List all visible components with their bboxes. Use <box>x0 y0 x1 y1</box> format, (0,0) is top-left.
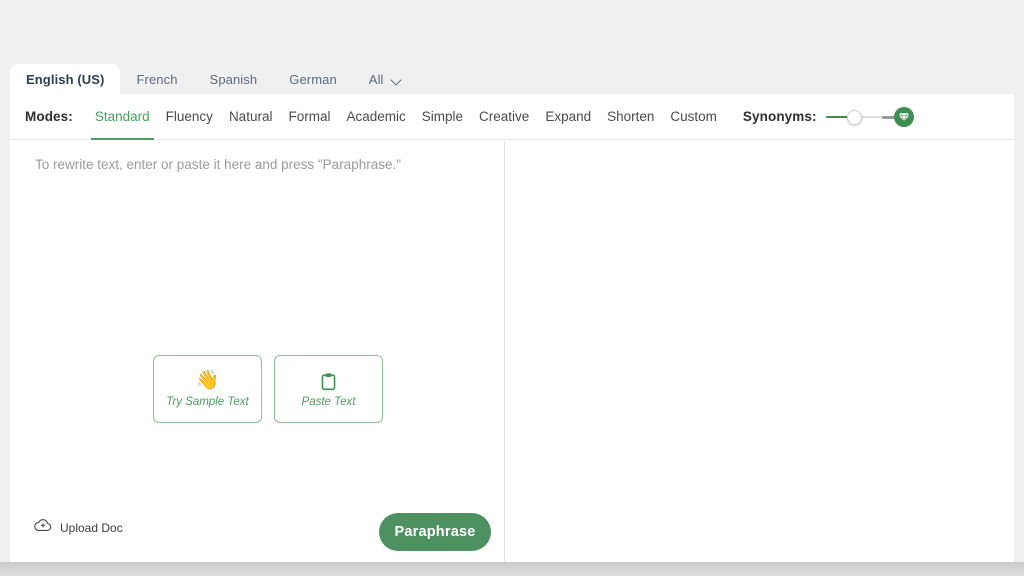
try-sample-text-button[interactable]: 👋 Try Sample Text <box>153 355 262 423</box>
slider-handle[interactable] <box>846 109 862 125</box>
chevron-down-icon <box>391 76 402 83</box>
synonyms-label: Synonyms: <box>742 109 817 124</box>
paraphraser-card: Modes: Standard Fluency Natural Formal A… <box>10 94 1014 562</box>
mode-label: Custom <box>670 109 717 124</box>
mode-academic[interactable]: Academic <box>338 94 413 140</box>
diamond-icon[interactable] <box>893 106 914 127</box>
page-bottom-shadow <box>0 562 1024 576</box>
mode-label: Formal <box>288 109 331 124</box>
mode-formal[interactable]: Formal <box>280 94 338 140</box>
paste-text-label: Paste Text <box>301 396 356 408</box>
try-sample-text-label: Try Sample Text <box>166 396 249 408</box>
mode-expand[interactable]: Expand <box>537 94 599 140</box>
language-tab-german[interactable]: German <box>273 64 353 94</box>
synonyms-slider[interactable] <box>825 106 914 127</box>
mode-simple[interactable]: Simple <box>414 94 471 140</box>
mode-creative[interactable]: Creative <box>471 94 537 140</box>
upload-doc-label: Upload Doc <box>60 520 123 535</box>
language-tab-french[interactable]: French <box>120 64 193 94</box>
mode-label: Creative <box>479 109 530 124</box>
modes-toolbar: Modes: Standard Fluency Natural Formal A… <box>10 94 1014 140</box>
language-tab-all[interactable]: All <box>353 64 416 94</box>
editor-panes: To rewrite text, enter or paste it here … <box>10 141 1014 562</box>
language-tab-label: German <box>289 71 337 87</box>
synonyms-control: Synonyms: <box>742 106 914 127</box>
upload-doc-button[interactable]: Upload Doc <box>34 518 123 537</box>
waving-hand-icon: 👋 <box>195 370 220 391</box>
output-pane[interactable] <box>505 141 1014 562</box>
editor-placeholder: To rewrite text, enter or paste it here … <box>35 157 402 172</box>
language-tab-label: English (US) <box>26 71 105 87</box>
cloud-upload-icon <box>34 518 52 537</box>
mode-label: Simple <box>421 109 464 124</box>
language-tab-label: Spanish <box>209 71 258 87</box>
mode-label: Academic <box>346 109 406 124</box>
clipboard-icon <box>320 370 337 392</box>
mode-label: Shorten <box>607 109 655 124</box>
paraphrase-button[interactable]: Paraphrase <box>379 513 491 551</box>
language-tab-label: French <box>136 71 178 87</box>
mode-custom[interactable]: Custom <box>662 94 725 140</box>
input-bottom-bar: Upload Doc Paraphrase <box>10 500 504 562</box>
input-pane[interactable]: To rewrite text, enter or paste it here … <box>10 141 504 562</box>
language-tab-label: All <box>368 71 384 87</box>
mode-natural[interactable]: Natural <box>221 94 281 140</box>
mode-label: Expand <box>545 109 592 124</box>
mode-standard[interactable]: Standard <box>87 94 158 140</box>
paste-text-button[interactable]: Paste Text <box>274 355 383 423</box>
mode-label: Standard <box>94 109 150 124</box>
mode-label: Natural <box>228 109 273 124</box>
quick-actions: 👋 Try Sample Text Paste Text <box>153 355 383 423</box>
language-tab-strip: English (US) French Spanish German All <box>10 64 416 94</box>
language-tab-spanish[interactable]: Spanish <box>194 64 274 94</box>
mode-shorten[interactable]: Shorten <box>599 94 662 140</box>
modes-list: Standard Fluency Natural Formal Academic… <box>87 94 725 140</box>
mode-label: Fluency <box>165 109 213 124</box>
language-tab-english-us[interactable]: English (US) <box>10 64 121 94</box>
modes-label: Modes: <box>25 109 73 124</box>
mode-fluency[interactable]: Fluency <box>158 94 221 140</box>
